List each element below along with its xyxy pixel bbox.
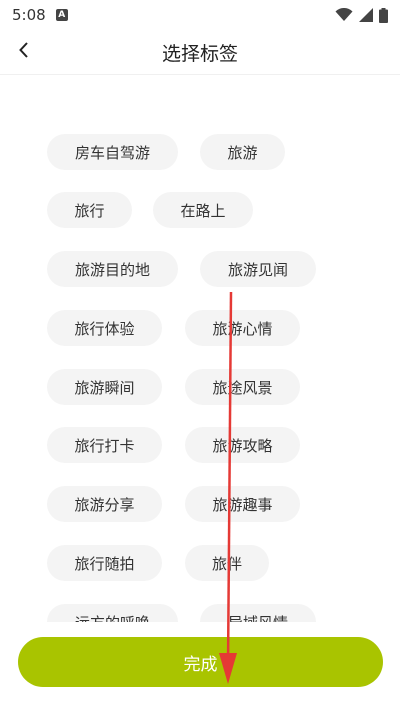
- tag-item[interactable]: 旅行打卡: [47, 427, 162, 463]
- tag-item[interactable]: 旅途风景: [185, 369, 300, 405]
- chevron-left-icon: [19, 42, 28, 58]
- signal-icon: [359, 8, 373, 22]
- tag-item[interactable]: 异域风情: [200, 604, 316, 622]
- notification-icon: A: [55, 9, 68, 21]
- tag-item[interactable]: 旅游瞬间: [47, 369, 162, 405]
- status-time: 5:08: [12, 6, 46, 24]
- tag-item[interactable]: 旅伴: [185, 545, 269, 581]
- tag-item[interactable]: 旅游见闻: [200, 251, 316, 287]
- status-right: [335, 7, 388, 23]
- tag-item[interactable]: 在路上: [153, 192, 253, 228]
- tag-item[interactable]: 旅游: [200, 134, 285, 170]
- bottom-bar: 完成: [0, 622, 400, 710]
- tag-item[interactable]: 旅行体验: [47, 310, 162, 346]
- back-button[interactable]: [12, 38, 36, 62]
- tag-item[interactable]: 旅游分享: [47, 486, 162, 522]
- page-title: 选择标签: [161, 42, 238, 65]
- tag-item[interactable]: 旅游心情: [185, 310, 300, 346]
- tag-item[interactable]: 旅行随拍: [47, 545, 162, 581]
- tag-item[interactable]: 旅游攻略: [185, 427, 300, 463]
- status-bar: 5:08 A: [0, 0, 400, 30]
- status-left: 5:08 A: [12, 6, 68, 24]
- tag-item[interactable]: 旅游趣事: [185, 486, 300, 522]
- nav-bar: 选择标签: [0, 30, 400, 75]
- wifi-icon: [335, 8, 353, 21]
- done-button[interactable]: 完成: [18, 637, 383, 687]
- tag-item[interactable]: 旅游目的地: [47, 251, 178, 287]
- tag-list[interactable]: 房车自驾游 旅游 旅行 在路上 旅游目的地 旅游见闻 旅行体验 旅游心情 旅游瞬…: [0, 74, 400, 622]
- battery-icon: [379, 7, 388, 23]
- tag-item[interactable]: 房车自驾游: [47, 134, 178, 170]
- tag-item[interactable]: 远方的呼唤: [47, 604, 178, 622]
- tag-item[interactable]: 旅行: [47, 192, 132, 228]
